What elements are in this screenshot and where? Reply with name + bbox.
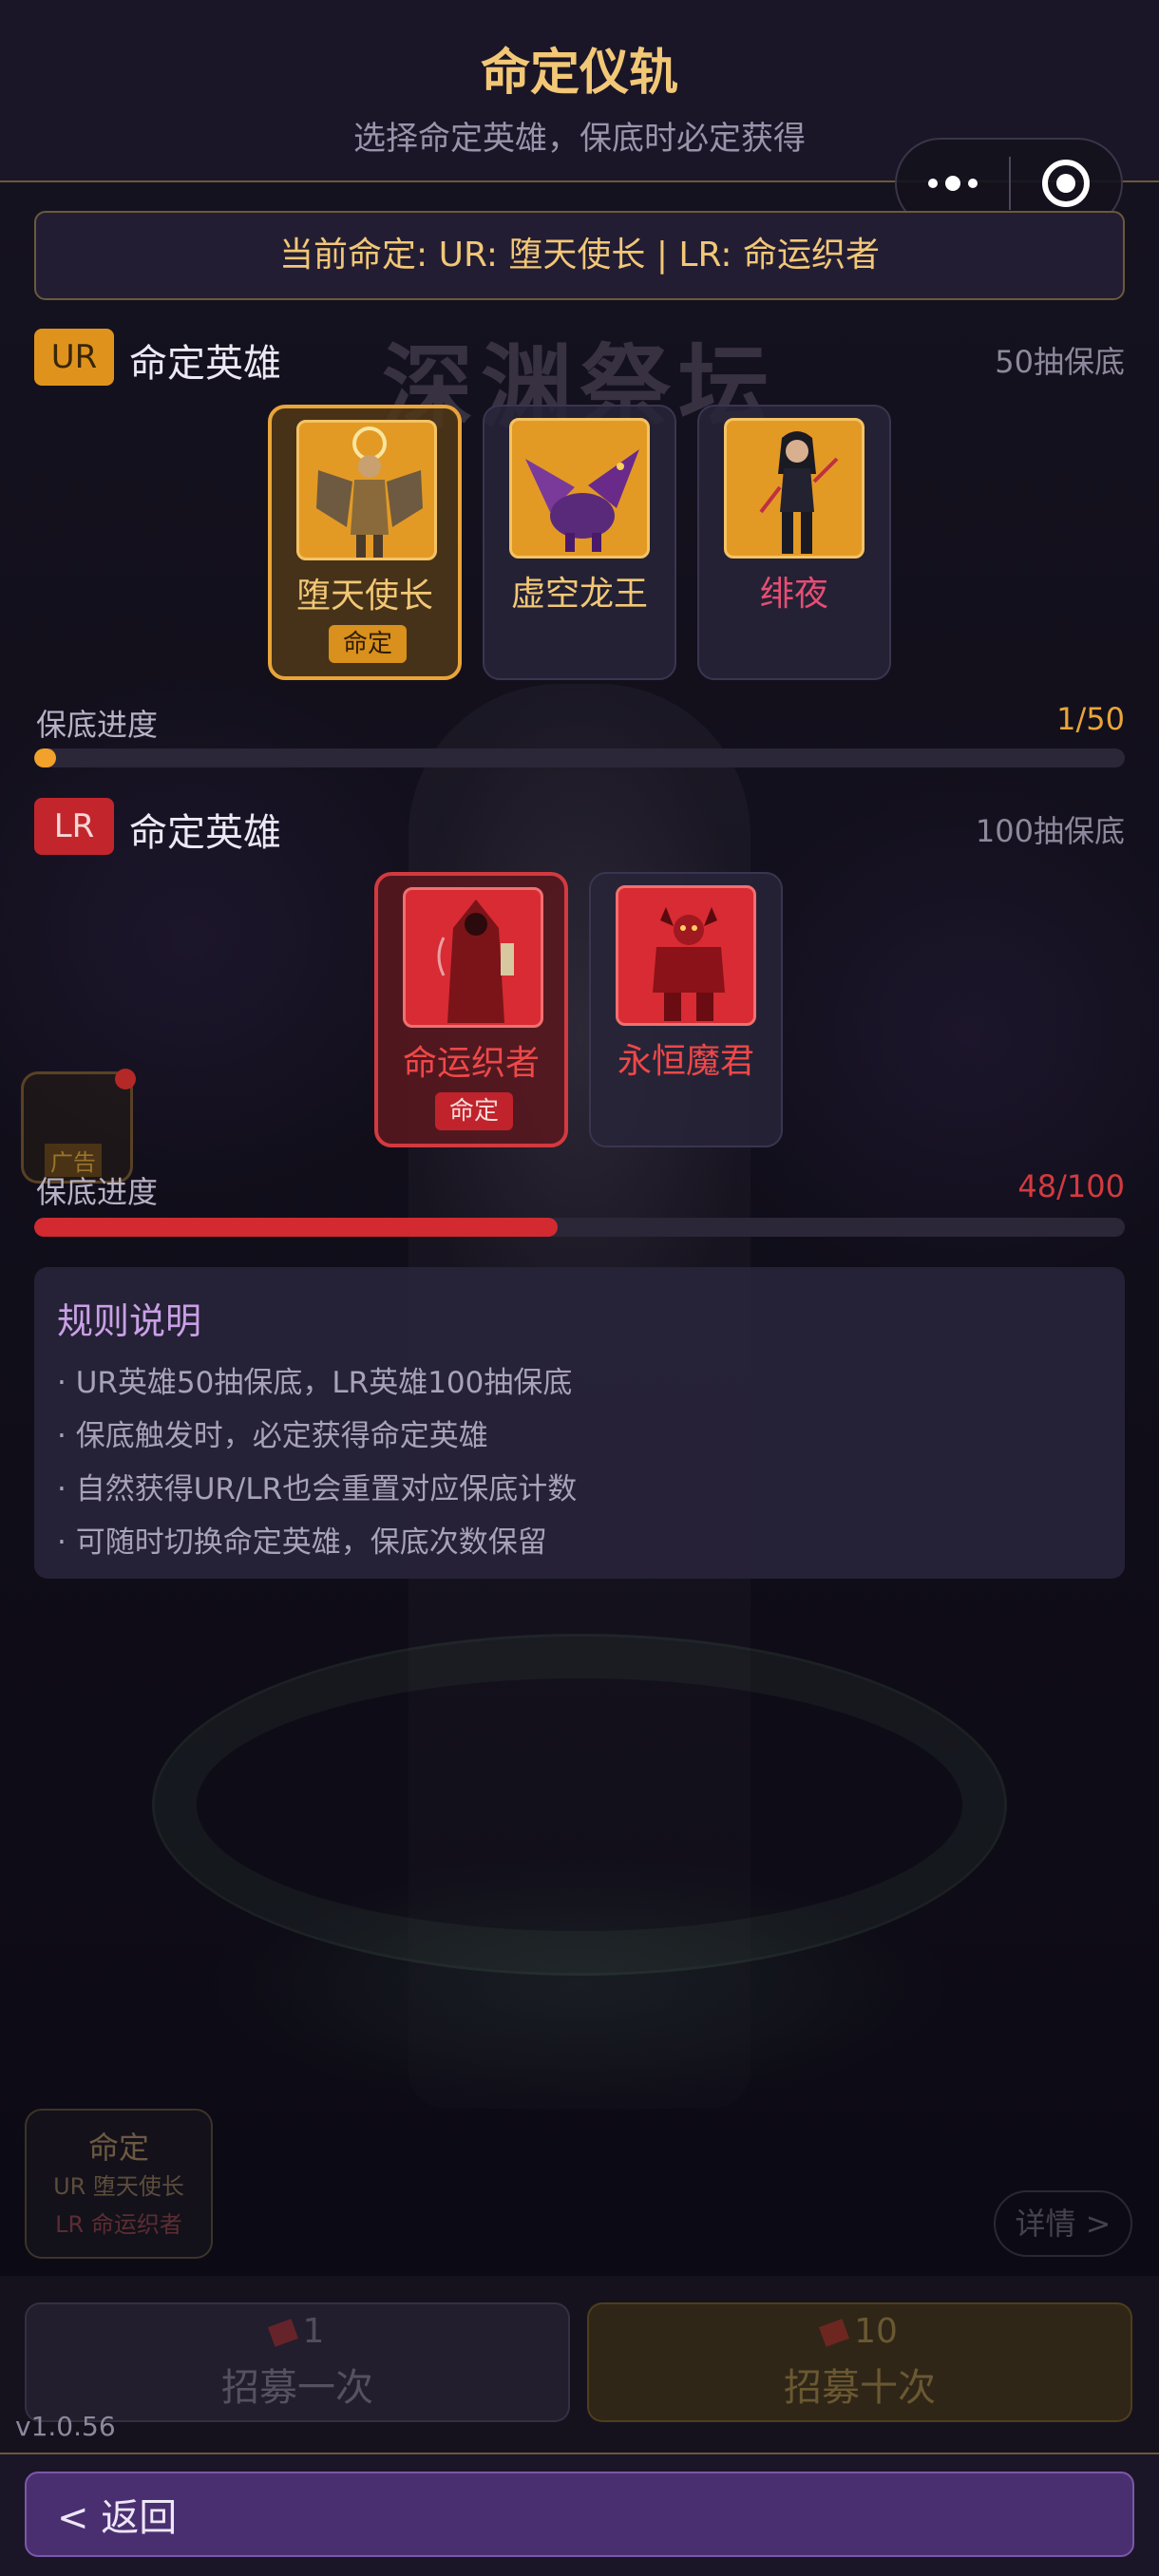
hero-name: 堕天使长 <box>295 577 433 616</box>
lr-progress-value: 48/100 <box>1017 1168 1125 1204</box>
back-label: < 返回 <box>57 2496 178 2540</box>
current-destiny-banner: 当前命定: UR: 堕天使长 | LR: 命运织者 <box>34 211 1125 300</box>
lr-section-title: 命定英雄 <box>129 811 281 855</box>
back-button[interactable]: < 返回 <box>25 2472 1134 2557</box>
hero-card-fallen-angel[interactable]: 堕天使长 命定 <box>268 405 462 680</box>
fate-summary-ur: UR 堕天使长 <box>53 2173 184 2200</box>
hero-card-void-dragon[interactable]: 虚空龙王 <box>483 405 676 680</box>
fate-summary-lr: LR 命运织者 <box>55 2211 182 2238</box>
hero-name: 绯夜 <box>759 575 828 614</box>
rules-panel: 规则说明 · UR英雄50抽保底，LR英雄100抽保底 · 保底触发时，必定获得… <box>34 1267 1125 1579</box>
recruit-once-cost: 1 <box>302 2312 325 2351</box>
notification-dot <box>115 1069 136 1089</box>
ticket-icon <box>819 2319 850 2347</box>
page-title: 命定仪轨 <box>480 45 678 102</box>
lr-rank-tag: LR <box>34 798 114 855</box>
hero-name: 虚空龙王 <box>510 575 648 614</box>
ur-rank-tag: UR <box>34 329 114 386</box>
hero-card-fate-weaver[interactable]: 命运织者 命定 <box>374 872 568 1147</box>
ur-progress-label: 保底进度 <box>36 707 159 743</box>
eternal-demon-lord-portrait <box>616 885 756 1026</box>
ur-section-title: 命定英雄 <box>129 342 281 386</box>
destiny-badge: 命定 <box>329 625 407 663</box>
ticket-icon <box>267 2319 298 2347</box>
recruit-ten-label: 招募十次 <box>784 2366 936 2410</box>
rule-item: · UR英雄50抽保底，LR英雄100抽保底 <box>57 1366 573 1400</box>
hero-name: 永恒魔君 <box>617 1042 754 1081</box>
more-dots-icon-end <box>968 179 978 188</box>
hero-card-eternal-demon-lord[interactable]: 永恒魔君 <box>589 872 783 1147</box>
hero-card-crimson-night[interactable]: 绯夜 <box>697 405 891 680</box>
hero-name: 命运织者 <box>402 1044 540 1083</box>
lr-progress-label: 保底进度 <box>36 1174 159 1210</box>
ad-button[interactable]: 广告 <box>21 1069 136 1184</box>
fate-summary-title: 命定 <box>87 2130 149 2166</box>
recruit-ten-button[interactable]: 10 招募十次 <box>587 2302 1132 2422</box>
ur-pity-count: 50抽保底 <box>995 344 1125 380</box>
rule-item: · 自然获得UR/LR也会重置对应保底计数 <box>57 1472 578 1506</box>
ur-progress-bar <box>34 748 1125 767</box>
ur-progress-fill <box>34 748 56 767</box>
rules-title: 规则说明 <box>57 1300 202 1342</box>
rune-circle <box>152 1634 1007 1976</box>
crimson-night-portrait <box>724 418 864 559</box>
fallen-angel-portrait <box>296 420 437 560</box>
lr-section-header: LR 命定英雄 100抽保底 <box>34 798 1125 859</box>
lr-pity-count: 100抽保底 <box>975 813 1125 849</box>
destiny-badge: 命定 <box>435 1092 513 1130</box>
rule-item: · 保底触发时，必定获得命定英雄 <box>57 1419 488 1453</box>
fate-summary-panel[interactable]: 命定 UR 堕天使长 LR 命运织者 <box>25 2109 213 2259</box>
more-dots-icon <box>928 179 938 188</box>
lr-progress-fill <box>34 1218 559 1237</box>
fate-weaver-portrait <box>403 887 543 1028</box>
more-dots-icon-center <box>945 176 960 191</box>
rule-item: · 可随时切换命定英雄，保底次数保留 <box>57 1525 547 1560</box>
target-icon <box>1042 160 1090 207</box>
void-dragon-portrait <box>509 418 650 559</box>
version-label: v1.0.56 <box>15 2411 116 2442</box>
page-footer: < 返回 <box>0 2453 1159 2576</box>
lr-progress-bar <box>34 1218 1125 1237</box>
ur-progress-value: 1/50 <box>1056 701 1125 737</box>
recruit-ten-cost: 10 <box>854 2312 898 2351</box>
recruit-once-label: 招募一次 <box>221 2366 373 2410</box>
ur-section-header: UR 命定英雄 50抽保底 <box>34 329 1125 389</box>
recruit-once-button[interactable]: 1 招募一次 <box>25 2302 570 2422</box>
close-miniprogram-button[interactable] <box>1011 160 1121 207</box>
detail-button[interactable]: 详情 > <box>994 2190 1132 2257</box>
